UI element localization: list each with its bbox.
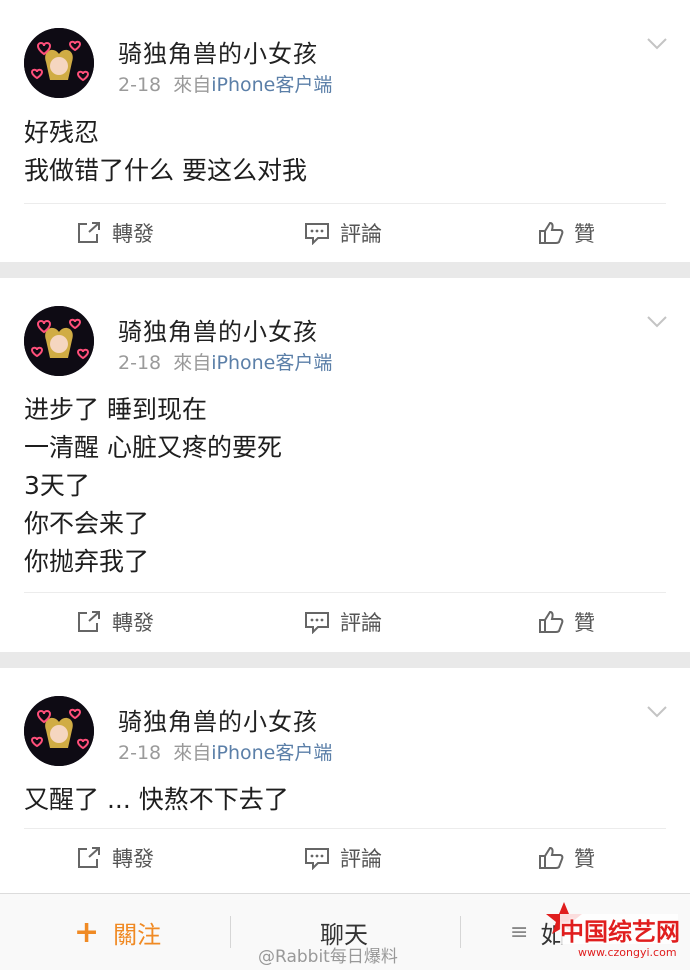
menu-icon: ≡ <box>510 920 529 945</box>
action-bar: 轉發 評論 贊 <box>24 828 666 886</box>
source-prefix: 來自 <box>173 742 212 764</box>
post-text: 进步了 睡到现在 一清醒 心脏又疼的要死 3天了 你不会来了 你抛弃我了 <box>0 391 690 581</box>
post-source[interactable]: iPhone客户端 <box>211 352 332 374</box>
weibo-feed: 骑独角兽的小女孩 2-18 來自iPhone客户端 好残忍 我做错了什么 要这么… <box>0 0 690 908</box>
avatar-image <box>24 696 94 766</box>
like-label: 贊 <box>574 847 595 871</box>
thumbs-up-icon <box>539 610 564 633</box>
post-text: 好残忍 我做错了什么 要这么对我 <box>0 114 690 190</box>
like-label: 贊 <box>574 611 595 635</box>
post-source[interactable]: iPhone客户端 <box>211 74 332 96</box>
post-date: 2-18 <box>118 352 162 374</box>
post-meta: 2-18 來自iPhone客户端 <box>118 348 332 375</box>
comment-button[interactable]: 評論 <box>304 593 382 651</box>
weibo-watermark: @Rabbit每日爆料 <box>258 947 398 967</box>
separator <box>0 652 690 668</box>
post-date: 2-18 <box>118 74 162 96</box>
post-line: 3天了 <box>24 471 90 500</box>
avatar-image <box>24 28 94 98</box>
avatar-image <box>24 306 94 376</box>
comment-label: 評論 <box>340 611 382 635</box>
thumbs-up-icon <box>539 221 564 244</box>
post-card: 骑独角兽的小女孩 2-18 來自iPhone客户端 好残忍 我做错了什么 要这么… <box>0 0 690 262</box>
username[interactable]: 骑独角兽的小女孩 <box>118 702 318 737</box>
comment-label: 評論 <box>340 847 382 871</box>
post-header: 骑独角兽的小女孩 2-18 來自iPhone客户端 <box>0 278 690 376</box>
avatar[interactable] <box>24 28 94 98</box>
post-line: 一清醒 心脏又疼的要死 <box>24 433 282 462</box>
repost-label: 轉發 <box>112 847 154 871</box>
comment-icon <box>305 612 329 634</box>
post-source[interactable]: iPhone客户端 <box>211 742 332 764</box>
source-prefix: 來自 <box>173 74 212 96</box>
post-line: 我做错了什么 要这么对我 <box>24 156 307 185</box>
post-line: 你不会来了 <box>24 509 150 538</box>
comment-icon <box>305 223 329 245</box>
like-label: 贊 <box>574 222 595 246</box>
repost-icon <box>78 222 100 243</box>
site-logo-text: 中国综艺网 <box>560 918 680 946</box>
post-header: 骑独角兽的小女孩 2-18 來自iPhone客户端 <box>0 668 690 766</box>
chevron-down-icon[interactable] <box>646 314 668 330</box>
repost-button[interactable]: 轉發 <box>76 593 154 651</box>
username[interactable]: 骑独角兽的小女孩 <box>118 34 318 69</box>
divider <box>230 916 231 948</box>
source-prefix: 來自 <box>173 352 212 374</box>
chevron-down-icon[interactable] <box>646 704 668 720</box>
site-logo-url: www.czongyi.com <box>578 946 677 959</box>
avatar[interactable] <box>24 306 94 376</box>
like-button[interactable]: 贊 <box>538 593 595 651</box>
post-card: 骑独角兽的小女孩 2-18 來自iPhone客户端 进步了 睡到现在 一清醒 心… <box>0 278 690 652</box>
post-line: 好残忍 <box>24 118 100 147</box>
post-date: 2-18 <box>118 742 162 764</box>
like-button[interactable]: 贊 <box>538 829 595 887</box>
username[interactable]: 骑独角兽的小女孩 <box>118 312 318 347</box>
repost-icon <box>78 611 100 632</box>
comment-button[interactable]: 評論 <box>304 829 382 887</box>
post-card: 骑独角兽的小女孩 2-18 來自iPhone客户端 又醒了 ... 快熬不下去了… <box>0 668 690 908</box>
post-line: 进步了 睡到现在 <box>24 395 207 424</box>
thumbs-up-icon <box>539 846 564 869</box>
action-bar: 轉發 評論 贊 <box>24 592 666 650</box>
comment-icon <box>305 848 329 870</box>
like-button[interactable]: 贊 <box>538 204 595 262</box>
repost-label: 轉發 <box>112 611 154 635</box>
follow-button[interactable]: + 關注 <box>74 894 161 970</box>
avatar[interactable] <box>24 696 94 766</box>
post-line: 你抛弃我了 <box>24 547 150 576</box>
repost-icon <box>78 847 100 868</box>
repost-button[interactable]: 轉發 <box>76 829 154 887</box>
action-bar: 轉發 評論 贊 <box>24 203 666 261</box>
repost-button[interactable]: 轉發 <box>76 204 154 262</box>
plus-icon: + <box>74 915 100 950</box>
comment-button[interactable]: 評論 <box>304 204 382 262</box>
comment-label: 評論 <box>340 222 382 246</box>
follow-label: 關注 <box>113 921 162 949</box>
post-text: 又醒了 ... 快熬不下去了 <box>0 781 690 819</box>
separator <box>0 262 690 278</box>
divider <box>460 916 461 948</box>
post-line: 又醒了 ... 快熬不下去了 <box>24 785 289 814</box>
chevron-down-icon[interactable] <box>646 36 668 52</box>
post-header: 骑独角兽的小女孩 2-18 來自iPhone客户端 <box>0 0 690 98</box>
repost-label: 轉發 <box>112 222 154 246</box>
post-meta: 2-18 來自iPhone客户端 <box>118 70 332 97</box>
post-meta: 2-18 來自iPhone客户端 <box>118 738 332 765</box>
